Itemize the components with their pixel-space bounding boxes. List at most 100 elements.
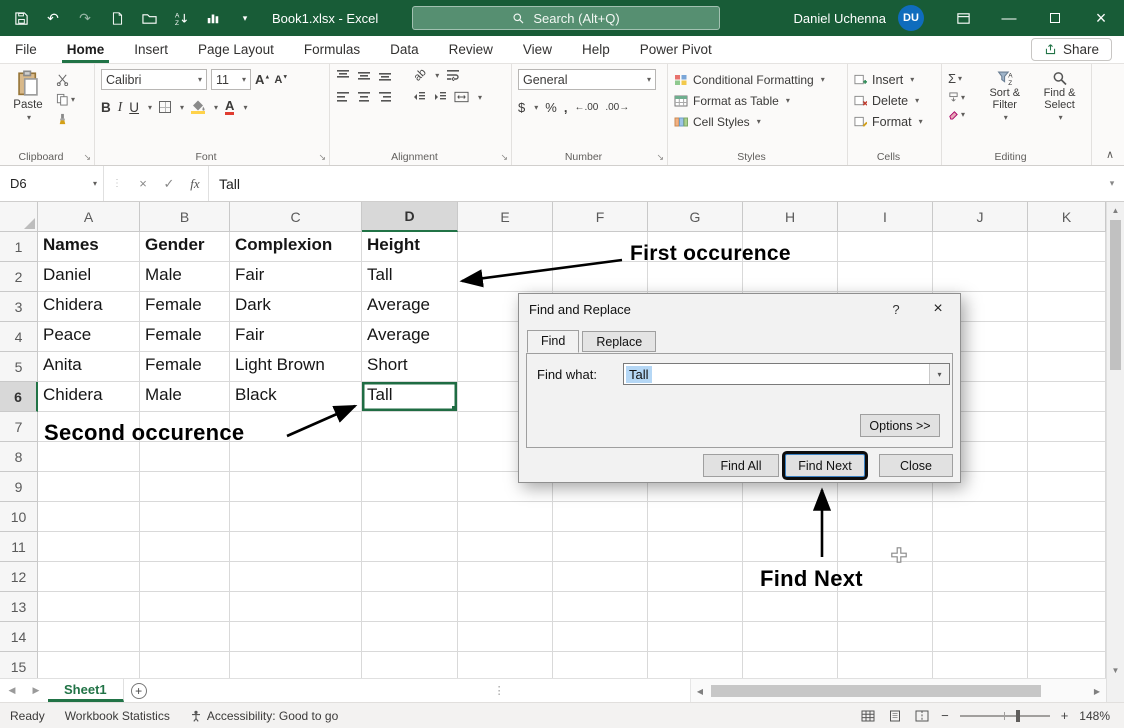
- insert-cells-button[interactable]: Insert ▾: [854, 69, 937, 90]
- fill-color-button[interactable]: [191, 100, 205, 114]
- cell-B8[interactable]: [140, 442, 230, 472]
- ribbon-tab-home[interactable]: Home: [52, 36, 120, 63]
- cell-J10[interactable]: [933, 502, 1028, 532]
- cell-F12[interactable]: [553, 562, 648, 592]
- percent-style-button[interactable]: %: [545, 100, 557, 115]
- clipboard-dialog-launcher-icon[interactable]: ↘: [83, 152, 91, 163]
- column-header-H[interactable]: H: [743, 202, 838, 232]
- cell-K1[interactable]: [1028, 232, 1106, 262]
- find-all-button[interactable]: Find All: [703, 454, 779, 477]
- avatar[interactable]: DU: [898, 5, 924, 31]
- cell-C7[interactable]: [230, 412, 362, 442]
- minimize-button[interactable]: —: [986, 0, 1032, 36]
- paste-button[interactable]: Paste ▾: [6, 69, 50, 126]
- cell-B1[interactable]: Gender: [140, 232, 230, 262]
- row-header-9[interactable]: 9: [0, 472, 38, 502]
- cell-A11[interactable]: [38, 532, 140, 562]
- cell-C13[interactable]: [230, 592, 362, 622]
- cell-I10[interactable]: [838, 502, 933, 532]
- cell-J11[interactable]: [933, 532, 1028, 562]
- cell-D8[interactable]: [362, 442, 458, 472]
- normal-view-icon[interactable]: [860, 709, 876, 723]
- ribbon-tab-view[interactable]: View: [508, 36, 567, 63]
- find-next-button[interactable]: Find Next: [785, 454, 865, 477]
- cell-A4[interactable]: Peace: [38, 322, 140, 352]
- cell-K2[interactable]: [1028, 262, 1106, 292]
- cell-J15[interactable]: [933, 652, 1028, 678]
- ribbon-tab-formulas[interactable]: Formulas: [289, 36, 375, 63]
- cell-E10[interactable]: [458, 502, 553, 532]
- copy-button[interactable]: ▾: [56, 93, 75, 106]
- insert-function-icon[interactable]: fx: [182, 166, 208, 201]
- cell-A2[interactable]: Daniel: [38, 262, 140, 292]
- formula-bar-expand-icon[interactable]: ▾: [1100, 166, 1124, 201]
- search-input[interactable]: Search (Alt+Q): [412, 6, 720, 30]
- formula-input[interactable]: Tall: [208, 166, 1100, 201]
- orientation-button[interactable]: ab: [412, 66, 429, 83]
- cell-styles-button[interactable]: Cell Styles ▾: [674, 111, 843, 132]
- share-button[interactable]: Share: [1031, 38, 1112, 61]
- cell-I11[interactable]: [838, 532, 933, 562]
- formula-splitter[interactable]: ⋮: [104, 166, 130, 201]
- dialog-tab-replace[interactable]: Replace: [582, 331, 656, 352]
- cell-D1[interactable]: Height: [362, 232, 458, 262]
- cell-B13[interactable]: [140, 592, 230, 622]
- format-as-table-button[interactable]: Format as Table ▾: [674, 90, 843, 111]
- cell-D3[interactable]: Average: [362, 292, 458, 322]
- cell-G12[interactable]: [648, 562, 743, 592]
- decrease-indent-icon[interactable]: [412, 91, 426, 103]
- dialog-help-button[interactable]: ?: [876, 294, 916, 324]
- cell-G15[interactable]: [648, 652, 743, 678]
- cell-G2[interactable]: [648, 262, 743, 292]
- cell-C9[interactable]: [230, 472, 362, 502]
- cell-K4[interactable]: [1028, 322, 1106, 352]
- decrease-decimal-button[interactable]: .00→: [605, 102, 629, 113]
- align-left-icon[interactable]: [336, 91, 350, 103]
- cell-K9[interactable]: [1028, 472, 1106, 502]
- cell-H2[interactable]: [743, 262, 838, 292]
- cell-B14[interactable]: [140, 622, 230, 652]
- ribbon-display-options-icon[interactable]: [940, 0, 986, 36]
- cell-I14[interactable]: [838, 622, 933, 652]
- row-header-14[interactable]: 14: [0, 622, 38, 652]
- vertical-scrollbar-thumb[interactable]: [1110, 220, 1121, 370]
- vertical-scrollbar[interactable]: ▲ ▼: [1106, 202, 1124, 678]
- options-button[interactable]: Options >>: [860, 414, 940, 437]
- cell-F14[interactable]: [553, 622, 648, 652]
- cell-J14[interactable]: [933, 622, 1028, 652]
- name-box[interactable]: D6 ▾: [0, 166, 104, 201]
- column-header-A[interactable]: A: [38, 202, 140, 232]
- align-right-icon[interactable]: [378, 91, 392, 103]
- zoom-slider-thumb[interactable]: [1016, 710, 1020, 722]
- cell-D13[interactable]: [362, 592, 458, 622]
- autosum-button[interactable]: Σ ▾: [948, 71, 977, 86]
- cell-D10[interactable]: [362, 502, 458, 532]
- accessibility-status[interactable]: Accessibility: Good to go: [180, 709, 348, 723]
- cell-K15[interactable]: [1028, 652, 1106, 678]
- column-header-J[interactable]: J: [933, 202, 1028, 232]
- cell-C10[interactable]: [230, 502, 362, 532]
- cell-K5[interactable]: [1028, 352, 1106, 382]
- cell-D6[interactable]: Tall: [362, 382, 458, 412]
- tab-splitter[interactable]: ⋮: [494, 679, 505, 702]
- cell-G13[interactable]: [648, 592, 743, 622]
- dialog-tab-find[interactable]: Find: [527, 330, 579, 353]
- column-header-E[interactable]: E: [458, 202, 553, 232]
- cut-button[interactable]: [56, 73, 75, 86]
- ribbon-tab-review[interactable]: Review: [434, 36, 508, 63]
- row-header-6[interactable]: 6: [0, 382, 38, 412]
- column-header-I[interactable]: I: [838, 202, 933, 232]
- cell-A15[interactable]: [38, 652, 140, 678]
- ribbon-tab-data[interactable]: Data: [375, 36, 434, 63]
- cell-C12[interactable]: [230, 562, 362, 592]
- sort-az-icon[interactable]: AZ: [172, 9, 190, 27]
- cell-B2[interactable]: Male: [140, 262, 230, 292]
- comma-style-button[interactable]: ,: [564, 100, 568, 115]
- cell-J13[interactable]: [933, 592, 1028, 622]
- cell-D12[interactable]: [362, 562, 458, 592]
- cell-C4[interactable]: Fair: [230, 322, 362, 352]
- find-what-input[interactable]: Tall ▾: [623, 363, 950, 385]
- cell-K6[interactable]: [1028, 382, 1106, 412]
- undo-icon[interactable]: ↶: [44, 9, 62, 27]
- cell-A14[interactable]: [38, 622, 140, 652]
